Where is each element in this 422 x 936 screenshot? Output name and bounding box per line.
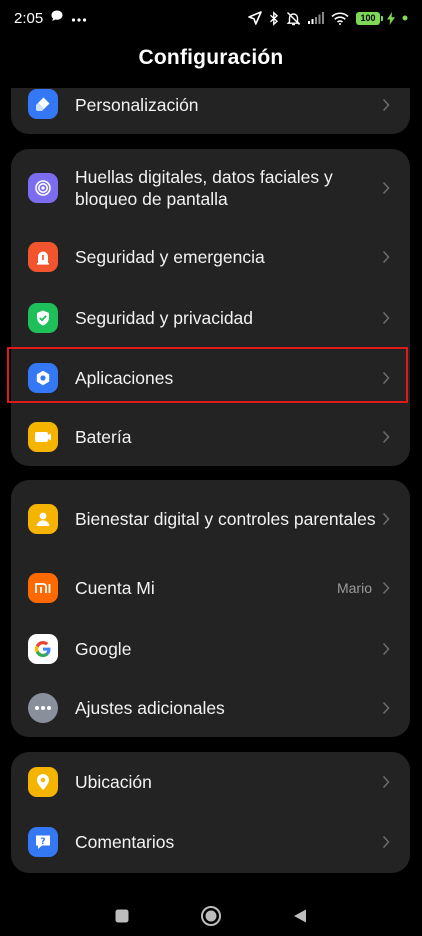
chevron-right-icon xyxy=(382,642,392,656)
settings-item-label: Seguridad y emergencia xyxy=(75,247,265,267)
chevron-right-icon xyxy=(382,181,392,195)
back-button-icon[interactable] xyxy=(292,908,308,929)
settings-card-account: Bienestar digital y controles parentales… xyxy=(11,480,410,737)
mute-bell-icon xyxy=(286,11,301,26)
fingerprint-icon xyxy=(28,173,58,203)
settings-item-huellas[interactable]: Huellas digitales, datos faciales y bloq… xyxy=(11,149,410,227)
settings-item-seguridad-emergencia[interactable]: Seguridad y emergencia xyxy=(11,227,410,287)
emergency-icon xyxy=(28,242,58,272)
settings-item-ajustes-adicionales[interactable]: Ajustes adicionales xyxy=(11,679,410,737)
status-right: 100 xyxy=(248,10,408,26)
settings-item-cuenta-mi[interactable]: Cuenta Mi Mario xyxy=(11,558,410,618)
settings-item-aplicaciones[interactable]: Aplicaciones xyxy=(11,348,410,408)
chevron-right-icon xyxy=(382,371,392,385)
settings-card-other: Ubicación ? Comentarios xyxy=(11,752,410,873)
status-bar: 2:05 100 xyxy=(0,0,422,36)
chevron-right-icon xyxy=(382,512,392,526)
paintbrush-icon xyxy=(28,89,58,119)
settings-item-seguridad-privacidad[interactable]: Seguridad y privacidad xyxy=(11,287,410,348)
settings-item-label: Ubicación xyxy=(75,772,152,792)
chevron-right-icon xyxy=(382,430,392,444)
settings-item-label: Bienestar digital y controles parentales xyxy=(75,509,376,529)
settings-screen: 2:05 100 Configuración Personalización H… xyxy=(0,0,422,936)
settings-item-label: Ajustes adicionales xyxy=(75,698,225,718)
settings-item-personalizacion[interactable]: Personalización xyxy=(11,88,410,122)
home-button-icon[interactable] xyxy=(200,905,222,932)
battery-indicator: 100 xyxy=(356,11,383,25)
settings-item-google[interactable]: Google xyxy=(11,618,410,679)
settings-item-label: Comentarios xyxy=(75,832,175,852)
person-icon xyxy=(28,504,58,534)
recents-button-icon[interactable] xyxy=(114,908,130,929)
settings-item-comentarios[interactable]: ? Comentarios xyxy=(11,812,410,872)
google-icon xyxy=(28,633,58,664)
chevron-right-icon xyxy=(382,835,392,849)
chevron-right-icon xyxy=(382,581,392,595)
status-dot-icon xyxy=(402,15,408,21)
shield-check-icon xyxy=(28,302,58,333)
settings-item-label: Aplicaciones xyxy=(75,368,174,388)
chevron-right-icon xyxy=(382,775,392,789)
system-nav-bar xyxy=(0,900,422,936)
status-left: 2:05 xyxy=(14,9,87,27)
apps-gear-icon xyxy=(28,363,58,393)
navigation-arrow-icon xyxy=(248,11,262,25)
more-notifications-icon xyxy=(71,10,87,27)
status-time: 2:05 xyxy=(14,9,44,27)
settings-card-personalization: Personalización xyxy=(11,88,410,134)
settings-item-label: Cuenta Mi xyxy=(75,578,155,598)
location-pin-icon xyxy=(28,767,58,797)
battery-icon xyxy=(28,422,58,452)
charging-bolt-icon xyxy=(387,11,395,25)
settings-item-label: Batería xyxy=(75,427,132,447)
account-name-value: Mario xyxy=(336,580,372,596)
svg-text:?: ? xyxy=(40,837,45,847)
mi-logo-icon xyxy=(28,573,58,603)
settings-card-security: Huellas digitales, datos faciales y bloq… xyxy=(11,149,410,466)
feedback-icon: ? xyxy=(28,827,58,857)
settings-item-label: Google xyxy=(75,638,132,659)
settings-item-label: Huellas digitales, datos faciales y bloq… xyxy=(75,167,333,209)
bluetooth-icon xyxy=(269,10,279,26)
wifi-icon xyxy=(331,12,349,25)
chat-notification-icon xyxy=(50,9,64,27)
chevron-right-icon xyxy=(382,311,392,325)
chevron-right-icon xyxy=(382,98,392,112)
chevron-right-icon xyxy=(382,701,392,715)
signal-icon xyxy=(308,12,324,24)
settings-item-bienestar[interactable]: Bienestar digital y controles parentales xyxy=(11,480,410,558)
settings-item-label: Personalización xyxy=(75,95,199,115)
settings-item-label: Seguridad y privacidad xyxy=(75,307,254,328)
page-title: Configuración xyxy=(138,46,284,69)
settings-item-bateria[interactable]: Batería xyxy=(11,408,410,466)
chevron-right-icon xyxy=(382,250,392,264)
settings-item-ubicacion[interactable]: Ubicación xyxy=(11,752,410,812)
more-dots-icon xyxy=(28,693,58,723)
